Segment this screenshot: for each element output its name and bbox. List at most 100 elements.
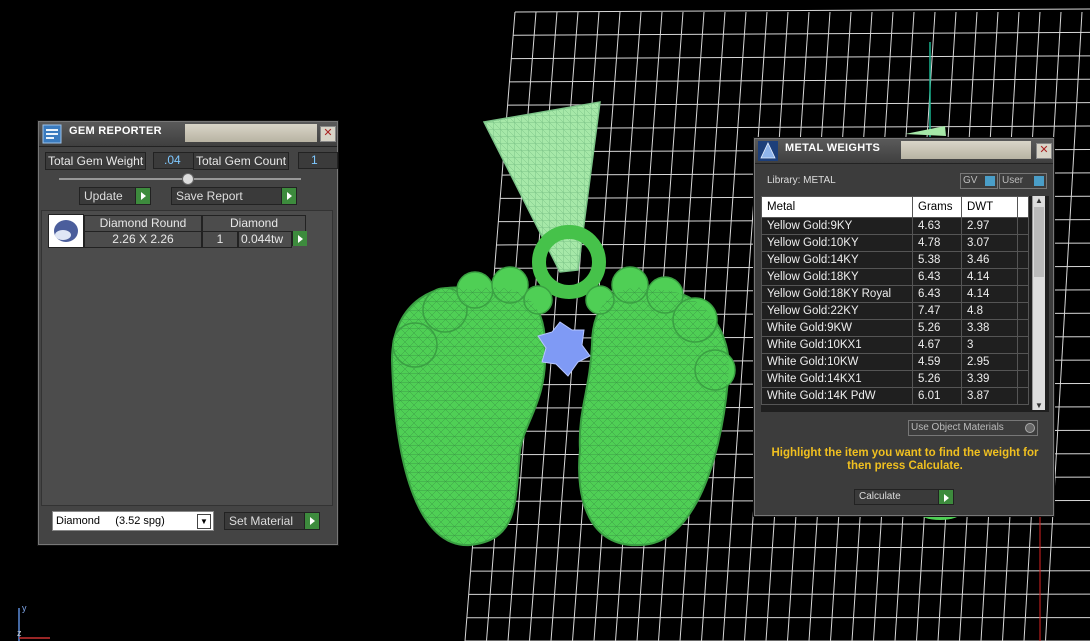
set-material-button[interactable]: Set Material <box>224 512 320 530</box>
gem-row[interactable]: Diamond Round Diamond 2.26 X 2.26 1 0.04… <box>48 214 307 248</box>
gem-size: 2.26 X 2.26 <box>84 231 202 248</box>
cell-metal: White Gold:14K PdW <box>761 387 913 405</box>
gem-reporter-close-button[interactable]: ✕ <box>320 126 336 142</box>
gem-name: Diamond Round <box>84 215 202 232</box>
cell-grams: 5.26 <box>912 319 962 337</box>
gv-toggle[interactable]: GV <box>960 173 998 189</box>
cell-metal: Yellow Gold:18KY Royal <box>761 285 913 303</box>
grid-line <box>474 523 1090 526</box>
material-select-value: Diamond (3.52 spg) <box>56 515 165 527</box>
cell-dwt: 2.97 <box>961 217 1018 235</box>
cell-metal: White Gold:14KX1 <box>761 370 913 388</box>
set-material-button-label: Set Material <box>229 514 294 528</box>
column-metal[interactable]: Metal <box>761 196 913 218</box>
cell-dwt: 4.14 <box>961 285 1018 303</box>
gv-toggle-label: GV <box>963 175 978 186</box>
table-row[interactable]: Yellow Gold:22KY 7.47 4.8 <box>761 302 1029 320</box>
cell-spacer <box>1017 285 1029 303</box>
metal-weights-app-icon <box>758 141 778 161</box>
cell-spacer <box>1017 268 1029 286</box>
use-object-materials-toggle[interactable]: Use Object Materials <box>908 420 1038 436</box>
metal-weights-titlebar[interactable]: METAL WEIGHTS ✕ <box>755 139 1053 164</box>
total-gem-count-value: 1 <box>298 152 338 169</box>
cell-spacer <box>1017 336 1029 354</box>
column-dwt[interactable]: DWT <box>961 196 1018 218</box>
metal-weights-panel: METAL WEIGHTS ✕ Library: METAL GV User M… <box>754 138 1054 516</box>
title-bar-fill <box>901 141 1031 159</box>
grid-line <box>511 55 1090 60</box>
calculate-button-label: Calculate <box>859 491 901 502</box>
cell-metal: White Gold:10KW <box>761 353 913 371</box>
chevron-down-icon: ▼ <box>197 514 211 529</box>
column-grams[interactable]: Grams <box>912 196 962 218</box>
table-row[interactable]: Yellow Gold:10KY 4.78 3.07 <box>761 234 1029 252</box>
cell-dwt: 4.8 <box>961 302 1018 320</box>
cell-grams: 4.78 <box>912 234 962 252</box>
scroll-up-icon[interactable]: ▲ <box>1033 196 1045 205</box>
cell-metal: Yellow Gold:9KY <box>761 217 913 235</box>
table-row[interactable]: White Gold:14K PdW 6.01 3.87 <box>761 387 1029 405</box>
table-row[interactable]: Yellow Gold:9KY 4.63 2.97 <box>761 217 1029 235</box>
table-row[interactable]: Yellow Gold:18KY 6.43 4.14 <box>761 268 1029 286</box>
cell-grams: 6.43 <box>912 268 962 286</box>
gem-reporter-title: GEM REPORTER <box>69 125 162 137</box>
gem-reporter-titlebar[interactable]: GEM REPORTER ✕ <box>39 122 337 147</box>
cell-grams: 6.43 <box>912 285 962 303</box>
cell-metal: Yellow Gold:14KY <box>761 251 913 269</box>
gem-material: Diamond <box>202 215 306 232</box>
cell-grams: 6.01 <box>912 387 962 405</box>
scroll-thumb[interactable] <box>1034 207 1044 277</box>
table-row[interactable]: White Gold:10KW 4.59 2.95 <box>761 353 1029 371</box>
title-bar-fill <box>185 124 317 142</box>
gem-list: Diamond Round Diamond 2.26 X 2.26 1 0.04… <box>41 210 333 506</box>
cell-grams: 5.38 <box>912 251 962 269</box>
cell-metal: Yellow Gold:10KY <box>761 234 913 252</box>
table-row[interactable]: Yellow Gold:18KY Royal 6.43 4.14 <box>761 285 1029 303</box>
cell-dwt: 3.38 <box>961 319 1018 337</box>
report-slider[interactable] <box>59 178 301 180</box>
cell-dwt: 3.07 <box>961 234 1018 252</box>
calculate-hint: Highlight the item you want to find the … <box>771 447 1039 472</box>
user-toggle-indicator <box>1034 176 1044 186</box>
radio-icon <box>1025 423 1035 433</box>
library-label: Library: METAL <box>767 175 836 186</box>
cell-metal: White Gold:9KW <box>761 319 913 337</box>
cell-dwt: 3.46 <box>961 251 1018 269</box>
save-report-go-icon <box>281 188 296 204</box>
cell-spacer <box>1017 319 1029 337</box>
table-row[interactable]: White Gold:10KX1 4.67 3 <box>761 336 1029 354</box>
report-slider-thumb[interactable] <box>182 173 194 185</box>
gem-row-go-icon[interactable] <box>292 231 307 246</box>
material-select[interactable]: Diamond (3.52 spg) ▼ <box>52 511 214 531</box>
calculate-button[interactable]: Calculate <box>854 489 954 505</box>
cell-spacer <box>1017 370 1029 388</box>
cell-dwt: 3.39 <box>961 370 1018 388</box>
gem-reporter-app-icon <box>42 124 62 144</box>
calculate-go-icon <box>938 490 953 504</box>
grid-line <box>513 31 1090 36</box>
axis-label-y: y <box>22 603 27 613</box>
cell-metal: Yellow Gold:18KY <box>761 268 913 286</box>
cell-grams: 4.67 <box>912 336 962 354</box>
cell-spacer <box>1017 387 1029 405</box>
cell-grams: 4.59 <box>912 353 962 371</box>
update-button[interactable]: Update <box>79 187 151 205</box>
use-object-materials-label: Use Object Materials <box>911 422 1004 433</box>
user-toggle[interactable]: User <box>999 173 1047 189</box>
table-row[interactable]: White Gold:14KX1 5.26 3.39 <box>761 370 1029 388</box>
cell-dwt: 4.14 <box>961 268 1018 286</box>
cell-spacer <box>1017 234 1029 252</box>
table-row[interactable]: Yellow Gold:14KY 5.38 3.46 <box>761 251 1029 269</box>
cell-dwt: 3.87 <box>961 387 1018 405</box>
metal-weights-close-button[interactable]: ✕ <box>1036 143 1052 159</box>
save-report-button-label: Save Report <box>176 189 243 203</box>
gem-reporter-panel: GEM REPORTER ✕ Total Gem Weight .04 Tota… <box>38 121 338 545</box>
cell-grams: 7.47 <box>912 302 962 320</box>
save-report-button[interactable]: Save Report <box>171 187 297 205</box>
table-row[interactable]: White Gold:9KW 5.26 3.38 <box>761 319 1029 337</box>
total-gem-weight-label: Total Gem Weight <box>45 152 147 170</box>
cell-grams: 5.26 <box>912 370 962 388</box>
scroll-down-icon[interactable]: ▼ <box>1033 401 1045 410</box>
metal-table-scrollbar[interactable]: ▲ ▼ <box>1032 196 1045 410</box>
set-material-go-icon <box>304 513 319 529</box>
